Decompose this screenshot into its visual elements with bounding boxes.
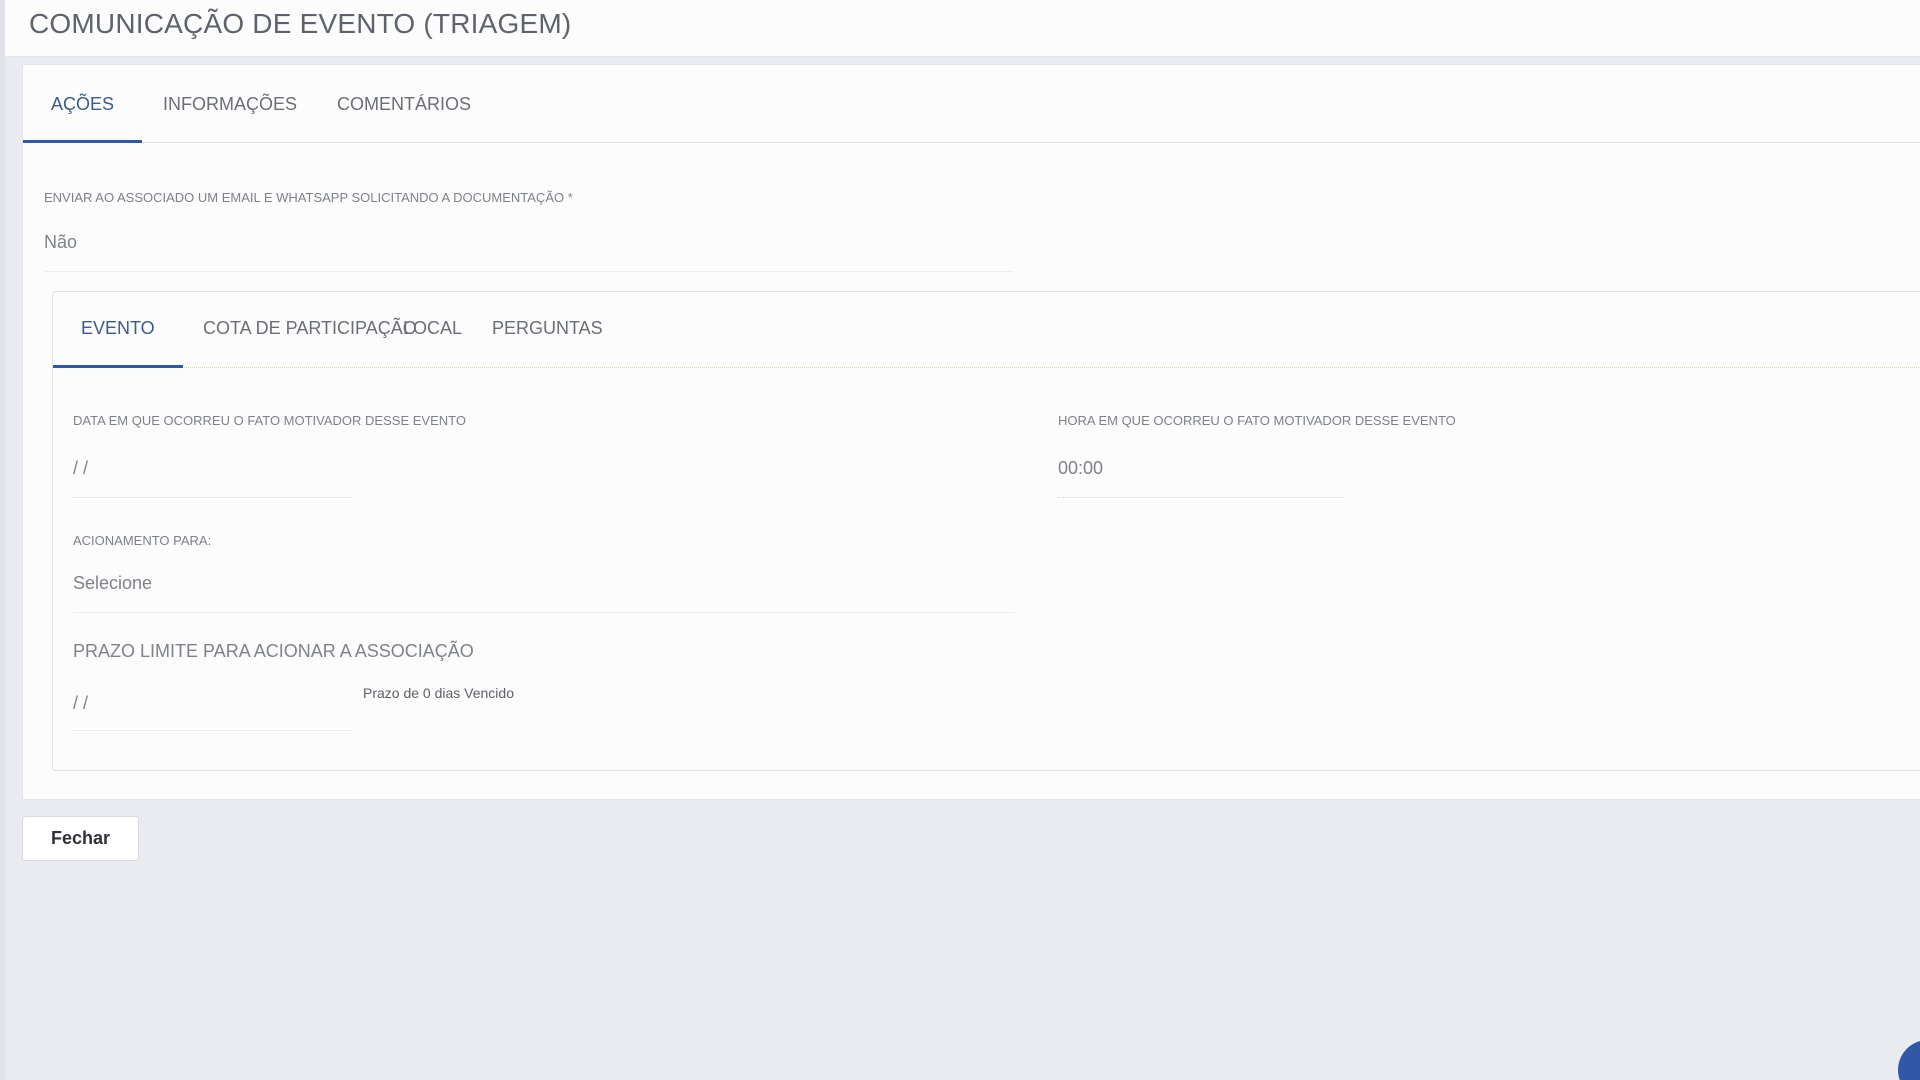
prazo-label: PRAZO LIMITE PARA ACIONAR A ASSOCIAÇÃO bbox=[73, 641, 474, 661]
main-tabs: AÇÕES INFORMAÇÕES COMENTÁRIOS bbox=[23, 65, 1920, 143]
page: COMUNICAÇÃO DE EVENTO (TRIAGEM) AÇÕES IN… bbox=[0, 0, 1920, 1080]
left-strip bbox=[0, 0, 5, 1080]
prazo-input[interactable]: / / bbox=[73, 693, 88, 714]
tab-comentarios[interactable]: COMENTÁRIOS bbox=[309, 65, 499, 143]
event-time-underline bbox=[1058, 497, 1344, 498]
acionamento-select[interactable]: Selecione bbox=[73, 573, 152, 594]
close-button[interactable]: Fechar bbox=[22, 816, 139, 861]
tab-informacoes[interactable]: INFORMAÇÕES bbox=[135, 65, 325, 143]
send-docs-label: ENVIAR AO ASSOCIADO UM EMAIL E WHATSAPP … bbox=[44, 190, 573, 205]
event-date-underline bbox=[73, 497, 351, 498]
prazo-note: Prazo de 0 dias Vencido bbox=[363, 685, 514, 701]
tab-acoes[interactable]: AÇÕES bbox=[23, 65, 143, 143]
send-docs-select[interactable]: Não bbox=[44, 232, 77, 253]
event-date-label: DATA EM QUE OCORREU O FATO MOTIVADOR DES… bbox=[73, 413, 466, 428]
tab-perguntas[interactable]: PERGUNTAS bbox=[464, 292, 631, 368]
event-date-input[interactable]: / / bbox=[73, 458, 88, 479]
main-card: AÇÕES INFORMAÇÕES COMENTÁRIOS ENVIAR AO … bbox=[22, 64, 1920, 800]
evento-card: EVENTO COTA DE PARTICIPAÇÃO LOCAL PERGUN… bbox=[52, 291, 1920, 771]
inner-tabs: EVENTO COTA DE PARTICIPAÇÃO LOCAL PERGUN… bbox=[53, 292, 1920, 368]
event-time-input[interactable]: 00:00 bbox=[1058, 458, 1103, 479]
acionamento-underline bbox=[73, 612, 1015, 613]
send-docs-underline bbox=[44, 271, 1014, 272]
acionamento-label: ACIONAMENTO PARA: bbox=[73, 533, 212, 548]
page-title: COMUNICAÇÃO DE EVENTO (TRIAGEM) bbox=[29, 8, 572, 39]
tab-evento[interactable]: EVENTO bbox=[53, 292, 183, 368]
chat-widget-button[interactable] bbox=[1898, 1040, 1920, 1080]
event-time-label: HORA EM QUE OCORREU O FATO MOTIVADOR DES… bbox=[1058, 413, 1456, 428]
prazo-underline bbox=[73, 730, 351, 731]
page-header: COMUNICAÇÃO DE EVENTO (TRIAGEM) bbox=[5, 0, 1920, 57]
